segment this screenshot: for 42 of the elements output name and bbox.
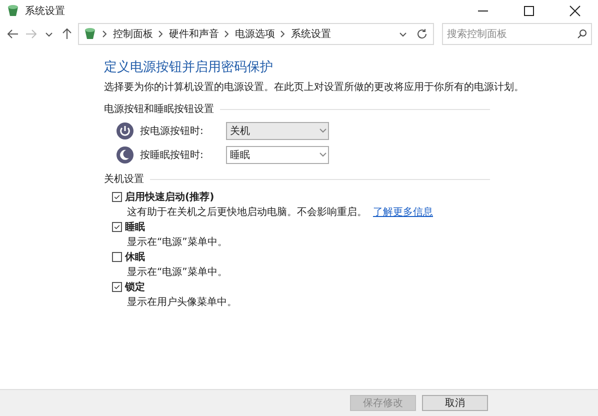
option-description: 这有助于在关机之后更快地启动电脑。不会影响重启。 [127,207,367,218]
cancel-button[interactable]: 取消 [422,395,488,411]
page-heading: 定义电源按钮并启用密码保护 [104,59,274,76]
checkbox[interactable] [112,282,122,292]
control-panel-icon [83,27,97,41]
power-icon [116,122,134,140]
option-label: 启用快速启动(推荐) [125,190,214,204]
option-description: 显示在用户头像菜单中。 [127,297,237,308]
back-icon[interactable] [6,27,20,41]
setting-label: 按睡眠按钮时: [140,148,204,162]
up-icon[interactable] [60,27,74,41]
action-dropdown[interactable]: 睡眠 [226,146,329,164]
moon-icon [116,146,134,164]
chevron-icon [224,30,230,38]
section-title: 电源按钮和睡眠按钮设置 [104,102,214,116]
chevron-down-icon [318,127,328,135]
control-panel-icon [6,4,20,18]
page-description: 选择要为你的计算机设置的电源设置。在此页上对设置所做的更改将应用于你所有的电源计划。 [104,80,525,94]
learn-more-link[interactable]: 了解更多信息 [373,207,433,218]
chevron-icon [158,30,164,38]
section-title: 关机设置 [104,172,144,186]
search-field[interactable]: 搜索控制面板 [442,23,592,45]
search-icon[interactable] [577,29,587,39]
setting-label: 按电源按钮时: [140,124,204,138]
chevron-down-icon [318,151,328,159]
checkbox[interactable] [112,192,122,202]
option-label: 锁定 [125,280,145,294]
checkbox[interactable] [112,222,122,232]
action-dropdown[interactable]: 关机 [226,122,329,140]
breadcrumb[interactable]: 硬件和声音 [169,27,219,41]
chevron-icon [102,30,108,38]
breadcrumb[interactable]: 电源选项 [235,27,275,41]
option-description: 显示在“电源”菜单中。 [127,267,228,278]
window-title: 系统设置 [25,4,66,18]
checkbox[interactable] [112,252,122,262]
chevron-icon [280,30,286,38]
option-description: 显示在“电源”菜单中。 [127,237,228,248]
option-label: 睡眠 [125,220,145,234]
breadcrumb[interactable]: 系统设置 [291,27,331,41]
breadcrumb[interactable]: 控制面板 [113,27,153,41]
option-label: 休眠 [125,250,145,264]
refresh-icon[interactable] [415,27,429,41]
